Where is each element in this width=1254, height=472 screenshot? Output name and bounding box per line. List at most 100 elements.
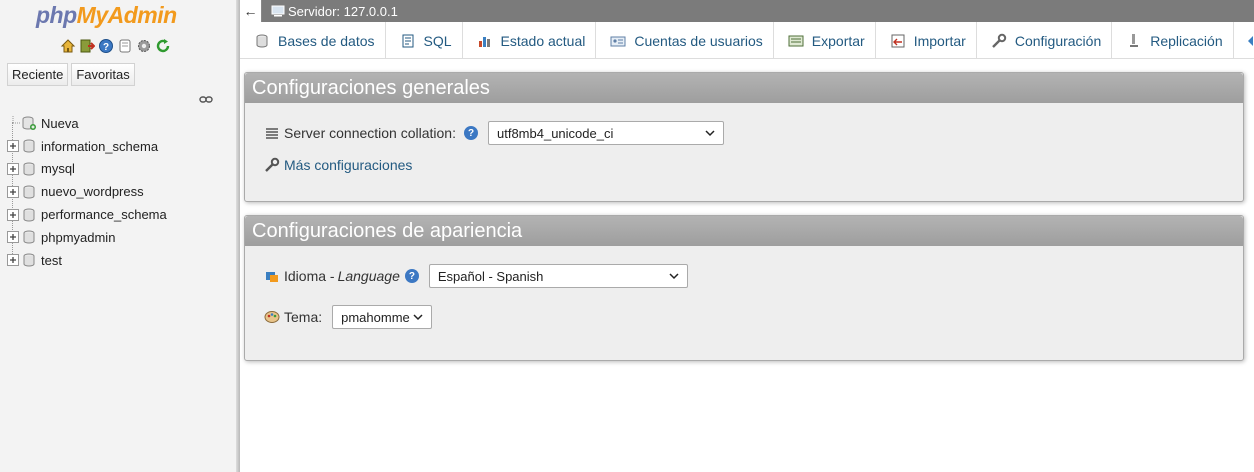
database-icon [22, 208, 36, 222]
tree-item-test[interactable]: test [6, 249, 167, 272]
expand-icon[interactable] [6, 162, 20, 176]
chevron-down-icon [413, 312, 423, 322]
appearance-settings-title: Configuraciones de apariencia [245, 216, 1243, 246]
theme-select[interactable]: pmahomme [332, 305, 433, 329]
tree-item-information-schema[interactable]: information_schema [6, 135, 167, 158]
server-breadcrumb[interactable]: Servidor: 127.0.0.1 [271, 4, 398, 19]
nav-tabs: Reciente Favoritas [7, 63, 135, 86]
tab-databases[interactable]: Bases de datos [240, 22, 386, 59]
more-settings-link[interactable]: Más configuraciones [284, 157, 412, 173]
tab-label: SQL [423, 32, 452, 49]
tree-item-label: test [41, 252, 62, 268]
logo-myadmin-text: MyAdmin [76, 2, 178, 28]
new-database-icon [22, 116, 36, 131]
collation-list-icon [264, 125, 280, 141]
general-settings-title: Configuraciones generales [245, 73, 1243, 103]
expand-icon[interactable] [6, 253, 20, 267]
tab-export[interactable]: Exportar [774, 22, 876, 59]
replication-icon [1126, 33, 1142, 49]
chevron-down-icon [705, 128, 715, 138]
settings-gear-icon[interactable] [136, 38, 152, 54]
tab-more[interactable] [1234, 22, 1254, 59]
tree-item-mysql[interactable]: mysql [6, 158, 167, 181]
language-help-icon[interactable]: ? [404, 269, 419, 283]
export-icon [788, 33, 804, 49]
tab-label: Bases de datos [278, 32, 375, 49]
phpmyadmin-logo[interactable]: phpMyAdmin [36, 2, 177, 29]
server-breadcrumb-bar: ← Servidor: 127.0.0.1 [240, 0, 1254, 22]
collation-select-value: utf8mb4_unicode_ci [497, 125, 614, 141]
wrench-icon [991, 33, 1007, 49]
language-select[interactable]: Español - Spanish [428, 264, 688, 288]
collation-row: Server connection collation: ? utf8mb4_u… [264, 121, 724, 145]
database-icon [22, 162, 36, 176]
tab-replication[interactable]: Replicación [1112, 22, 1234, 59]
wrench-icon [264, 157, 280, 173]
phpmyadmin-window: phpMyAdmin ? Reciente Favoritas Nueva in… [0, 0, 1254, 472]
expand-icon[interactable] [6, 230, 20, 244]
expand-icon[interactable] [6, 185, 20, 199]
tab-label: Importar [913, 32, 966, 49]
appearance-settings-panel: Configuraciones de apariencia Idioma - L… [244, 215, 1244, 361]
home-icon[interactable] [60, 38, 76, 54]
favorites-tab-label: Favoritas [76, 67, 130, 82]
sql-icon [400, 33, 416, 49]
link-with-main-panel-icon[interactable] [199, 93, 213, 108]
database-icon [22, 230, 36, 244]
expand-icon[interactable] [6, 139, 20, 153]
tree-item-nuevo-wordpress[interactable]: nuevo_wordpress [6, 180, 167, 203]
tree-item-label: performance_schema [41, 207, 167, 223]
language-label-english: Language [337, 268, 400, 284]
server-icon [271, 5, 285, 17]
logo-php-text: php [36, 2, 77, 28]
database-icon [254, 33, 270, 49]
database-icon [22, 185, 36, 199]
database-icon [22, 253, 36, 267]
database-icon [22, 139, 36, 153]
recent-tab[interactable]: Reciente [7, 63, 69, 86]
tab-status[interactable]: Estado actual [463, 22, 597, 59]
tab-label: Cuentas de usuarios [634, 32, 763, 49]
tree-item-new[interactable]: Nueva [6, 112, 167, 135]
server-label: Servidor: 127.0.0.1 [288, 3, 398, 19]
collation-label: Server connection collation: [284, 125, 456, 141]
tree-item-performance-schema[interactable]: performance_schema [6, 203, 167, 226]
help-icon[interactable]: ? [98, 38, 114, 54]
chevron-down-icon [669, 271, 679, 281]
tree-branch-icon [6, 116, 20, 130]
theme-label: Tema: [284, 309, 323, 325]
collation-help-icon[interactable]: ? [464, 126, 478, 140]
collapse-navigation-arrow-icon[interactable]: ← [240, 0, 262, 22]
navigation-resizer[interactable] [236, 0, 240, 472]
docs-icon[interactable] [117, 38, 133, 54]
theme-select-value: pmahomme [341, 309, 410, 325]
tree-item-label: mysql [41, 161, 75, 177]
palette-icon [264, 309, 280, 325]
navigation-icons: ? [60, 38, 171, 54]
expand-icon[interactable] [6, 208, 20, 222]
tab-settings[interactable]: Configuración [977, 22, 1113, 59]
tree-item-phpmyadmin[interactable]: phpmyadmin [6, 226, 167, 249]
status-icon [477, 33, 493, 49]
tab-sql[interactable]: SQL [386, 22, 463, 59]
language-row: Idioma - Language ? Español - Spanish [264, 264, 688, 288]
more-tabs-icon [1246, 33, 1254, 49]
language-icon [264, 268, 280, 284]
theme-row: Tema: pmahomme [264, 305, 433, 329]
tab-import[interactable]: Importar [876, 22, 977, 59]
collation-select[interactable]: utf8mb4_unicode_ci [488, 121, 724, 145]
logout-icon[interactable] [79, 38, 95, 54]
general-settings-panel: Configuraciones generales Server connect… [244, 72, 1244, 202]
reload-icon[interactable] [155, 38, 171, 54]
recent-tab-label: Reciente [12, 67, 64, 82]
top-menu: Bases de datos SQL Estado actual Cuentas… [240, 22, 1254, 59]
more-settings-row: Más configuraciones [264, 157, 412, 173]
tab-label: Estado actual [500, 32, 586, 49]
language-label: Idioma - [284, 268, 335, 284]
tree-item-label: information_schema [41, 138, 159, 154]
import-icon [890, 33, 906, 49]
database-tree: Nueva information_schema mysql nuevo_wor… [6, 112, 167, 272]
tab-user-accounts[interactable]: Cuentas de usuarios [596, 22, 774, 59]
favorites-tab[interactable]: Favoritas [71, 63, 135, 86]
language-select-value: Español - Spanish [437, 268, 544, 284]
